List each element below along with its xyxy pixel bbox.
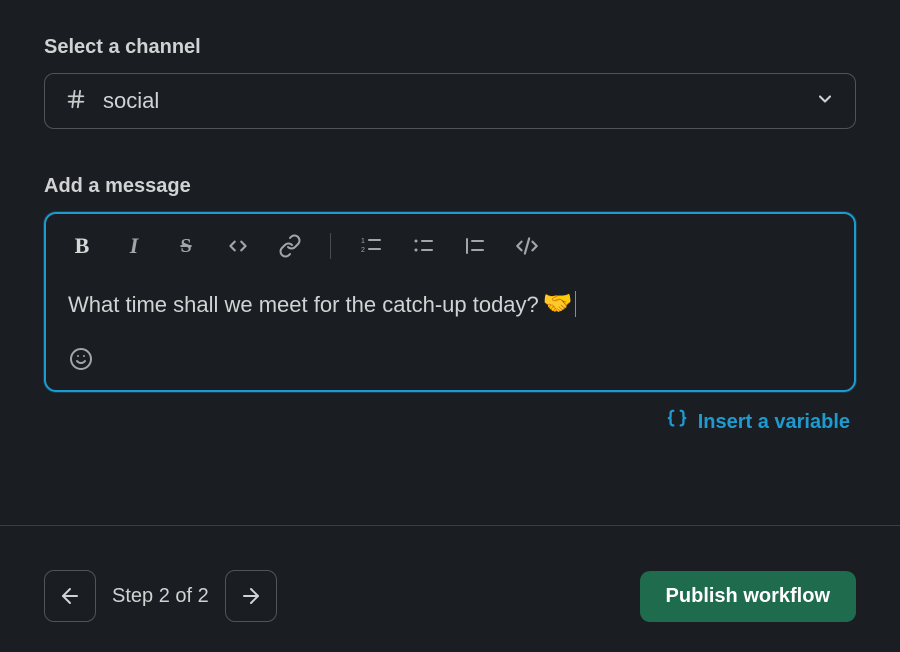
hash-icon: [65, 88, 87, 114]
message-text: What time shall we meet for the catch-up…: [68, 288, 539, 321]
previous-step-button[interactable]: [44, 570, 96, 622]
add-message-label: Add a message: [44, 175, 856, 198]
svg-text:1: 1: [361, 238, 365, 245]
message-editor[interactable]: B I S 1 2: [44, 212, 856, 392]
toolbar-divider: [330, 233, 331, 259]
step-indicator: Step 2 of 2: [112, 585, 209, 608]
blockquote-button[interactable]: [461, 232, 489, 260]
insert-variable-button[interactable]: Insert a variable: [666, 408, 850, 436]
next-step-button[interactable]: [225, 570, 277, 622]
formatting-toolbar: B I S 1 2: [68, 232, 832, 286]
code-block-button[interactable]: [513, 232, 541, 260]
channel-select[interactable]: social: [44, 73, 856, 129]
footer: Step 2 of 2 Publish workflow: [0, 540, 900, 652]
message-text-content[interactable]: What time shall we meet for the catch-up…: [68, 286, 832, 346]
chevron-down-icon: [815, 89, 835, 114]
bullet-list-button[interactable]: [409, 232, 437, 260]
italic-button[interactable]: I: [120, 232, 148, 260]
bold-button[interactable]: B: [68, 232, 96, 260]
step-navigation: Step 2 of 2: [44, 570, 277, 622]
code-button[interactable]: [224, 232, 252, 260]
footer-divider: [0, 525, 900, 526]
emoji-picker-button[interactable]: [68, 346, 94, 372]
ordered-list-button[interactable]: 1 2: [357, 232, 385, 260]
publish-workflow-button[interactable]: Publish workflow: [640, 571, 856, 622]
braces-icon: [666, 408, 688, 436]
svg-text:2: 2: [361, 247, 365, 254]
text-caret: [575, 291, 576, 317]
link-button[interactable]: [276, 232, 304, 260]
select-channel-label: Select a channel: [44, 36, 856, 59]
insert-variable-label: Insert a variable: [698, 411, 850, 434]
channel-name: social: [103, 88, 159, 114]
strikethrough-button[interactable]: S: [172, 232, 200, 260]
handshake-emoji: 🤝: [543, 286, 573, 322]
